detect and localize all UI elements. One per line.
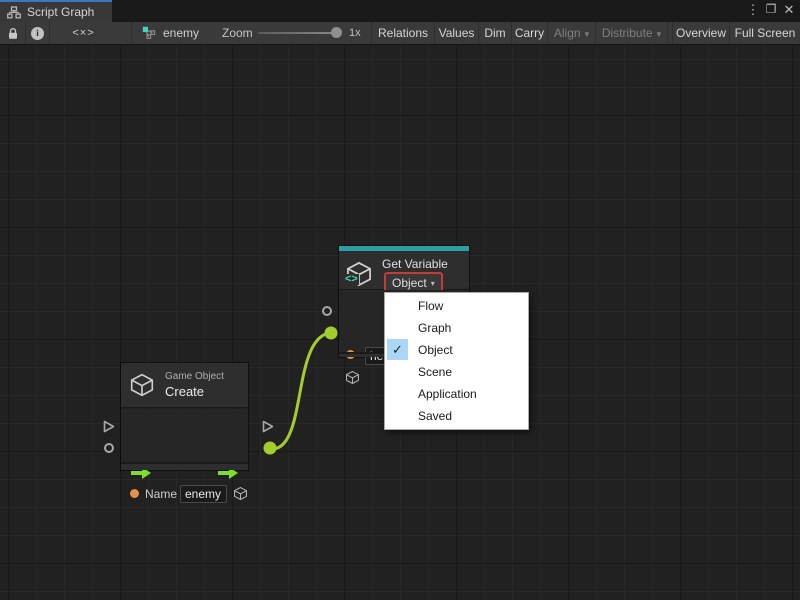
menu-item-object[interactable]: ✓ Object [385, 339, 528, 361]
dim-button[interactable]: Dim [478, 22, 511, 44]
create-flow-output-port[interactable] [262, 420, 274, 438]
window-menu-icon[interactable]: ⋮ [746, 0, 760, 20]
value-port-dot [130, 489, 139, 498]
node-footer [121, 462, 248, 470]
variable-scope-menu: Flow Graph ✓ Object Scene Application Sa… [384, 292, 529, 430]
info-icon: i [31, 27, 44, 40]
chevron-down-icon: ▾ [585, 29, 590, 39]
node-category: Game Object [165, 371, 224, 382]
gameobject-port-icon [233, 486, 248, 506]
angle-brackets-icon: <> [344, 274, 359, 285]
carry-button[interactable]: Carry [511, 22, 547, 44]
graph-toolbar: i <×> enemy Zoom 1x Relations Values Dim… [0, 22, 800, 45]
full-screen-button[interactable]: Full Screen [729, 22, 800, 44]
distribute-button[interactable]: Distribute▾ [595, 22, 668, 44]
name-input[interactable]: enemy [180, 485, 227, 503]
menu-item-saved[interactable]: Saved [385, 405, 528, 427]
node-title: Get Variable [382, 257, 448, 271]
zoom-label: Zoom [222, 22, 253, 44]
chevron-down-icon: ▾ [657, 29, 662, 39]
node-header: <> Get Variable Object ▾ [339, 251, 469, 290]
node-header: Game Object Create [121, 363, 248, 408]
game-object-create-node[interactable]: Game Object Create Name enemy [121, 363, 248, 470]
menu-item-flow[interactable]: Flow [385, 295, 528, 317]
get-variable-name-input-port[interactable] [322, 306, 332, 316]
lock-icon [7, 27, 19, 40]
tab-title: Script Graph [27, 5, 94, 19]
create-flow-input-port[interactable] [103, 420, 115, 438]
edit-script-button[interactable]: <×> [49, 22, 117, 44]
breadcrumb[interactable]: enemy [131, 22, 199, 44]
menu-item-application[interactable]: Application [385, 383, 528, 405]
code-icon: <×> [72, 27, 94, 39]
gameobject-cube-icon [129, 372, 155, 398]
menu-item-scene[interactable]: Scene [385, 361, 528, 383]
relations-button[interactable]: Relations [371, 22, 434, 44]
tab-script-graph[interactable]: Script Graph [0, 0, 112, 22]
close-icon[interactable]: ✕ [781, 0, 797, 20]
align-button[interactable]: Align▾ [547, 22, 595, 44]
graph-icon [142, 26, 156, 40]
variable-cube-icon: <> [345, 260, 373, 288]
inspect-button[interactable]: i [25, 22, 49, 44]
menu-item-graph[interactable]: Graph [385, 317, 528, 339]
gameobject-port-icon [345, 370, 360, 390]
graph-name-label: enemy [163, 26, 199, 40]
zoom-value: 1x [349, 22, 361, 44]
lock-button[interactable] [0, 22, 25, 44]
chevron-down-icon: ▾ [431, 279, 435, 288]
zoom-slider-track[interactable] [258, 32, 342, 34]
node-title: Create [165, 384, 204, 399]
name-port-label: Name [145, 487, 177, 501]
overview-button[interactable]: Overview [672, 22, 729, 44]
values-button[interactable]: Values [434, 22, 478, 44]
node-body: Name enemy [121, 409, 248, 462]
window-tab-bar: Script Graph ⋮ ❐ ✕ [0, 0, 800, 22]
script-graph-icon [7, 6, 21, 19]
maximize-icon[interactable]: ❐ [763, 0, 779, 20]
zoom-slider-knob[interactable] [331, 27, 342, 38]
check-icon: ✓ [387, 339, 408, 360]
create-name-input-port[interactable] [104, 443, 114, 453]
